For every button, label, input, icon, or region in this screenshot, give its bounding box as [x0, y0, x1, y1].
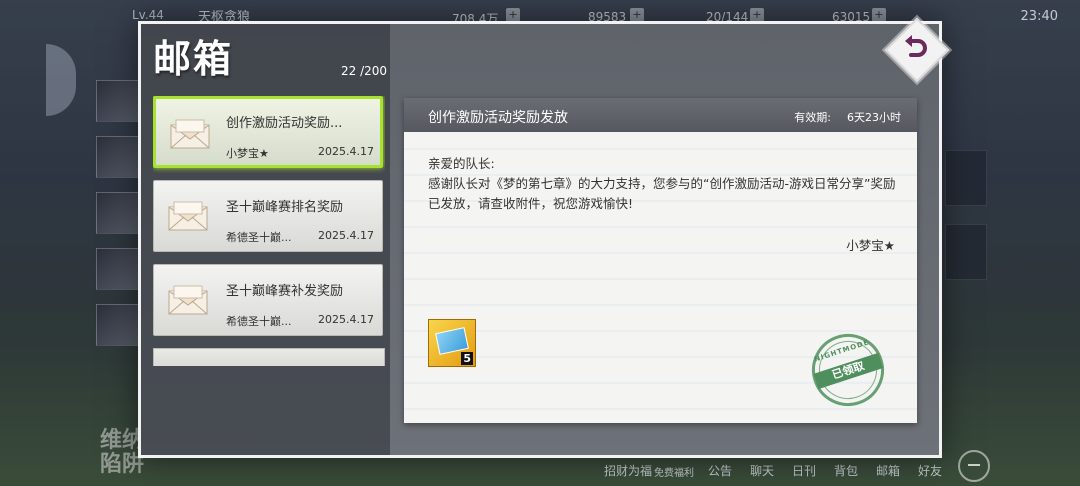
back-arrow-icon — [905, 35, 927, 57]
letter-body: 亲爱的队长: 感谢队长对《梦的第七章》的大力支持，您参与的“创作激励活动-游戏日… — [428, 154, 898, 214]
mail-letter: 创作激励活动奖励发放 有效期: 6天23小时 亲爱的队长: 感谢队长对《梦的第七… — [404, 98, 917, 423]
mail-item-title: 创作激励活动奖励... — [226, 116, 343, 131]
mail-list[interactable]: 创作激励活动奖励... 小梦宝★ 2025.4.17 圣十巅峰赛排名奖励 希德圣… — [153, 96, 385, 366]
side-event-panel[interactable] — [945, 224, 987, 280]
mail-item-title: 圣十巅峰赛排名奖励 — [226, 200, 344, 215]
mail-item[interactable]: 圣十巅峰赛排名奖励 希德圣十巅... 2025.4.17 — [153, 180, 383, 252]
mailbox-dialog: 邮箱 22 /200 创作激励活动奖励... 小梦宝★ 2025.4.17 圣十… — [138, 21, 942, 458]
nav-mailbox[interactable]: 邮箱 — [876, 462, 900, 479]
party-portrait — [96, 136, 142, 178]
mail-list-panel: 邮箱 22 /200 创作激励活动奖励... 小梦宝★ 2025.4.17 圣十… — [141, 24, 390, 455]
nav-friends[interactable]: 好友 — [918, 462, 942, 479]
mail-item[interactable]: 创作激励活动奖励... 小梦宝★ 2025.4.17 — [153, 96, 383, 168]
mail-item-sender: 希德圣十巅... — [226, 231, 292, 244]
mail-item-sender: 希德圣十巅... — [226, 315, 292, 328]
party-portrait — [96, 304, 142, 346]
collapse-menu-button[interactable] — [958, 450, 990, 482]
mail-item-title: 圣十巅峰赛补发奖励 — [226, 284, 344, 299]
nav-fortune[interactable]: 招财为福 — [604, 462, 652, 479]
attachment-count: 5 — [461, 352, 473, 365]
side-event-panel[interactable] — [945, 150, 987, 206]
attachment-item[interactable]: 5 — [428, 319, 476, 367]
claimed-stamp: NIGHTMODE 已领取 — [802, 324, 894, 416]
mail-item[interactable] — [153, 348, 385, 366]
ticket-icon — [435, 327, 469, 355]
envelope-icon — [168, 201, 208, 231]
mail-item[interactable]: 圣十巅峰赛补发奖励 希德圣十巅... 2025.4.17 — [153, 264, 383, 336]
letter-greeting: 亲爱的队长: — [428, 156, 495, 171]
letter-subject: 创作激励活动奖励发放 — [428, 110, 568, 126]
mail-item-date: 2025.4.17 — [318, 313, 374, 326]
nav-announcement[interactable]: 公告 — [708, 462, 732, 479]
letter-text: 感谢队长对《梦的第七章》的大力支持，您参与的“创作激励活动-游戏日常分享”奖励已… — [428, 176, 896, 211]
add-gem-button[interactable]: + — [630, 8, 644, 22]
party-portrait — [96, 248, 142, 290]
validity-label: 有效期: — [794, 111, 831, 124]
envelope-icon — [168, 285, 208, 315]
mail-item-sender: 小梦宝★ — [226, 147, 269, 160]
nav-chat[interactable]: 聊天 — [750, 462, 774, 479]
add-gold-button[interactable]: + — [506, 8, 520, 22]
mail-item-date: 2025.4.17 — [318, 145, 374, 158]
nav-free-benefits[interactable]: 免费福利 — [654, 464, 694, 479]
mail-item-date: 2025.4.17 — [318, 229, 374, 242]
nav-bag[interactable]: 背包 — [834, 462, 858, 479]
clock: 23:40 — [1020, 9, 1058, 24]
add-stamina-button[interactable]: + — [750, 8, 764, 22]
validity-value: 6天23小时 — [847, 111, 901, 124]
nav-daily[interactable]: 日刊 — [792, 462, 816, 479]
back-button[interactable] — [884, 17, 950, 83]
party-portrait — [96, 80, 142, 122]
party-portrait — [96, 192, 142, 234]
letter-header: 创作激励活动奖励发放 有效期: 6天23小时 — [404, 98, 917, 132]
mailbox-title: 邮箱 — [153, 36, 234, 81]
letter-signature: 小梦宝★ — [846, 238, 895, 253]
envelope-icon — [170, 119, 210, 149]
mail-count: 22 /200 — [341, 64, 388, 78]
player-level: Lv.44 — [132, 8, 164, 22]
